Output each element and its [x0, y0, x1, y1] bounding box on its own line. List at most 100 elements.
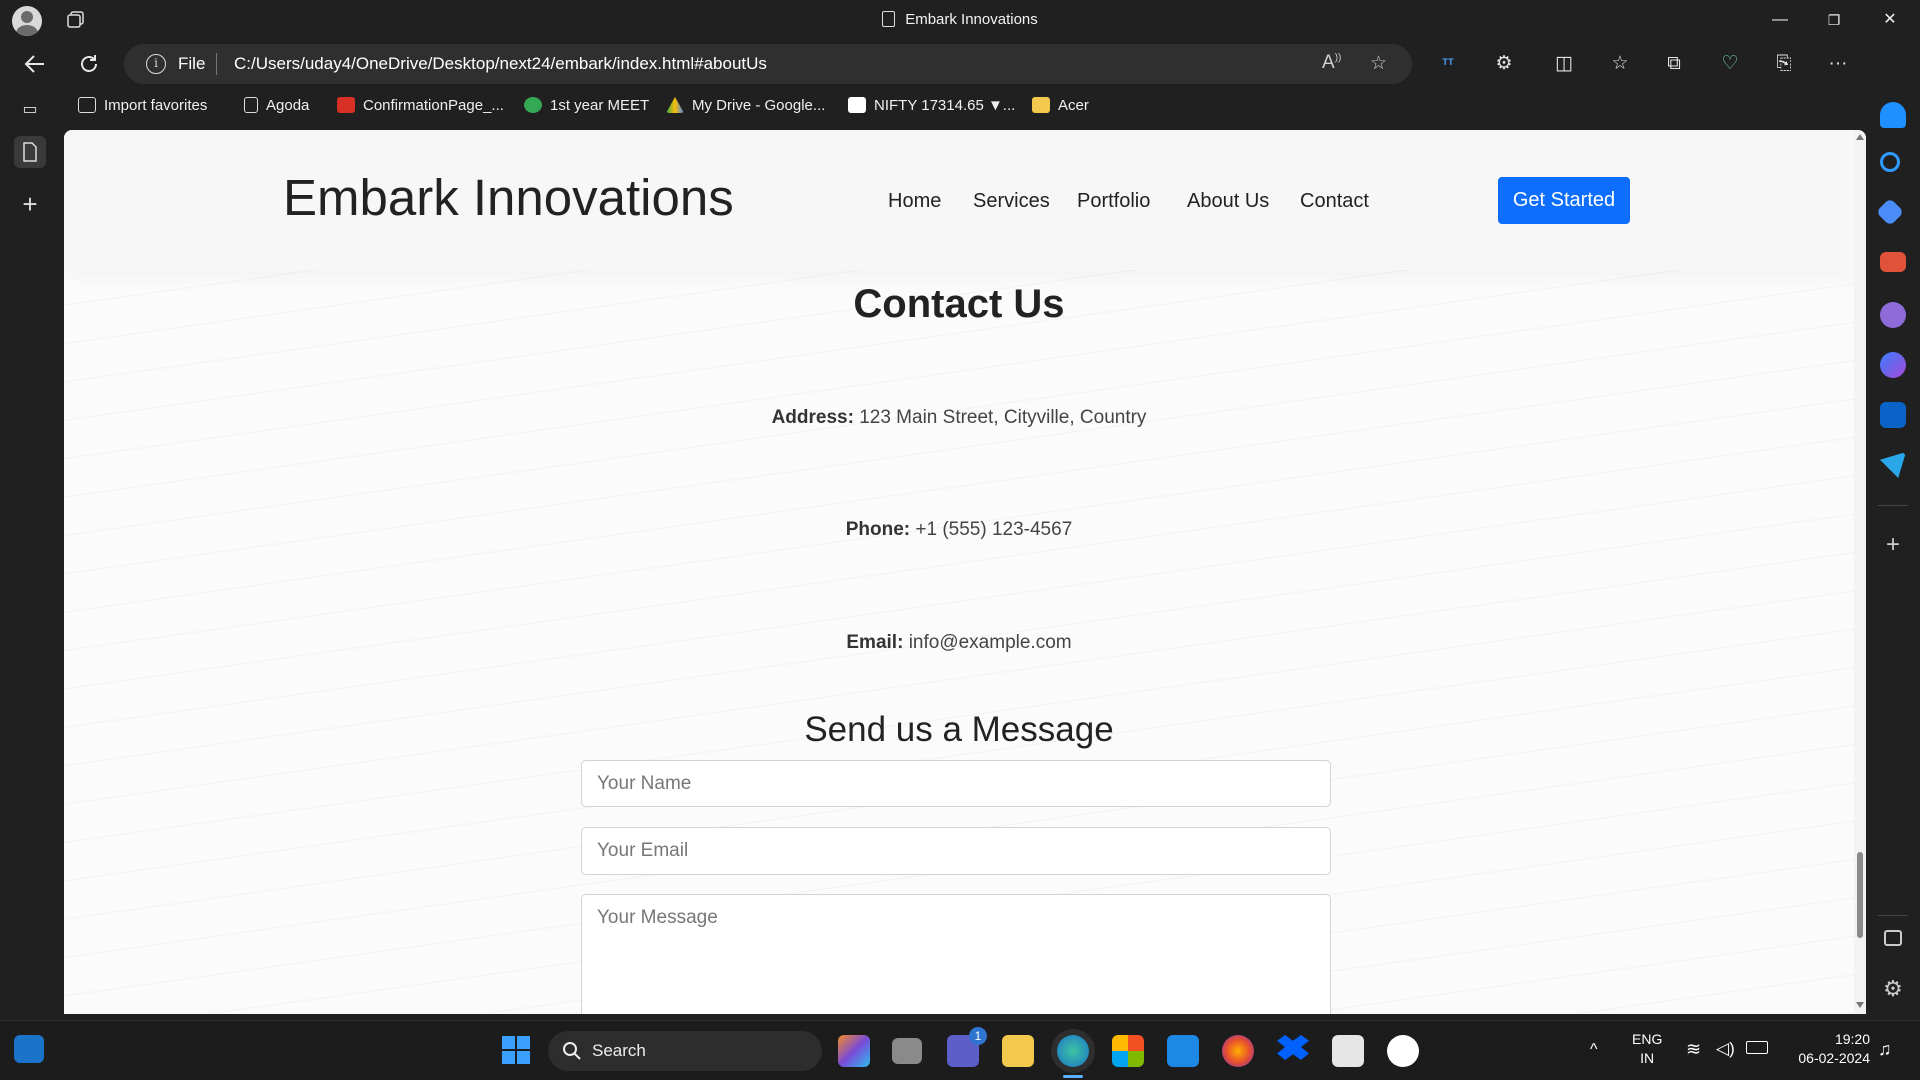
email-input[interactable]: Your Email [581, 827, 1331, 875]
edge-icon[interactable] [1057, 1035, 1089, 1067]
page-scrollbar[interactable] [1854, 130, 1866, 1014]
form-heading: Send us a Message [804, 710, 1114, 749]
page-icon [882, 11, 896, 27]
favorite-item[interactable]: NIFTY 17314.65 ▼... [848, 97, 1015, 119]
start-button[interactable] [501, 1035, 533, 1067]
hide-sidebar-icon[interactable] [1884, 930, 1902, 946]
collections-icon[interactable]: ⧉ [1662, 52, 1686, 76]
taskbar-search[interactable]: Search [548, 1031, 822, 1071]
favorite-item[interactable]: My Drive - Google... [666, 97, 825, 119]
favorite-item[interactable]: Agoda [244, 97, 309, 119]
wifi-icon[interactable]: ≋ [1686, 1039, 1701, 1060]
site-brand[interactable]: Embark Innovations [283, 168, 734, 227]
dropbox-icon[interactable] [1277, 1035, 1309, 1060]
divider [216, 53, 217, 75]
minimize-button[interactable]: — [1752, 0, 1808, 40]
task-view-icon[interactable] [892, 1038, 922, 1064]
back-button[interactable] [18, 48, 52, 80]
favorite-item[interactable]: ConfirmationPage_... [337, 97, 504, 119]
favorite-label: NIFTY 17314.65 ▼... [874, 97, 1016, 114]
nav-link-portfolio[interactable]: Portfolio [1077, 190, 1150, 213]
clock-date: 06-02-2024 [1798, 1050, 1870, 1066]
chevron-up-icon[interactable]: ^ [1590, 1041, 1598, 1059]
language-top: ENG [1632, 1031, 1663, 1047]
window-title: Embark Innovations [0, 11, 1920, 28]
volume-icon[interactable]: ◁) [1716, 1039, 1735, 1059]
extension-icon[interactable]: ᵀᵀ [1436, 52, 1460, 76]
new-tab-icon[interactable]: + [14, 188, 46, 220]
notification-bell-icon[interactable] [1880, 102, 1906, 128]
tab-actions-icon[interactable]: ▭ [14, 94, 46, 126]
teams-badge: 1 [969, 1027, 987, 1045]
scrollbar-thumb[interactable] [1857, 852, 1863, 938]
favorite-item[interactable]: Import favorites [78, 97, 207, 119]
address-bar[interactable]: i File C:/Users/uday4/OneDrive/Desktop/n… [124, 44, 1412, 84]
scheme-label: File [178, 54, 206, 73]
firefox-icon[interactable] [1222, 1035, 1254, 1067]
title-bar: Embark Innovations — ❐ ✕ [0, 0, 1920, 40]
shopping-tag-icon[interactable] [1875, 197, 1905, 227]
scroll-up-arrow-icon[interactable] [1856, 134, 1864, 140]
windows-logo-icon [502, 1036, 530, 1064]
get-started-button[interactable]: Get Started [1498, 177, 1630, 224]
nav-link-services[interactable]: Services [973, 190, 1050, 213]
divider [1878, 915, 1908, 916]
favorites-icon[interactable]: ☆ [1608, 52, 1632, 76]
favorite-label: 1st year MEET [550, 97, 650, 114]
battery-icon[interactable] [1746, 1041, 1768, 1054]
site-info-icon[interactable]: i [146, 54, 166, 74]
refresh-button[interactable] [72, 48, 106, 80]
favorite-label: Agoda [266, 97, 310, 114]
teams-icon[interactable]: 1 [947, 1027, 987, 1067]
nav-link-home[interactable]: Home [888, 190, 941, 213]
taskbar: Search 1 ^ ENG IN ≋ ◁) 19:20 06-02-2024 … [0, 1020, 1920, 1080]
phone-label: Phone: [845, 519, 911, 540]
search-label: Search [592, 1041, 646, 1060]
nav-link-about-us[interactable]: About Us [1187, 190, 1269, 213]
clock[interactable]: 19:20 06-02-2024 [1780, 1031, 1870, 1066]
more-menu-icon[interactable]: ··· [1826, 52, 1850, 76]
message-textarea[interactable]: Your Message [581, 894, 1331, 1014]
games-icon[interactable] [1880, 302, 1906, 328]
language-indicator[interactable]: ENG IN [1632, 1031, 1662, 1066]
favorite-item[interactable]: Acer [1032, 97, 1089, 119]
mail-icon[interactable] [1167, 1035, 1199, 1067]
split-screen-icon[interactable]: ◫ [1552, 52, 1576, 76]
favorite-star-icon[interactable]: ☆ [1370, 52, 1387, 75]
scroll-down-arrow-icon[interactable] [1856, 1002, 1864, 1008]
nav-link-contact[interactable]: Contact [1300, 190, 1369, 213]
browser-essentials-icon[interactable]: ♡ [1718, 52, 1742, 76]
widgets-icon[interactable] [14, 1035, 44, 1063]
add-sidebar-item-icon[interactable]: + [1880, 532, 1906, 558]
maximize-button[interactable]: ❐ [1806, 0, 1862, 40]
favorites-bar: Import favorites Agoda ConfirmationPage_… [62, 88, 1862, 128]
url-text[interactable]: C:/Users/uday4/OneDrive/Desktop/next24/e… [234, 54, 767, 74]
outlook-icon[interactable] [1880, 402, 1906, 428]
microsoft-store-icon[interactable] [1112, 1035, 1144, 1067]
messenger-icon[interactable] [1387, 1035, 1419, 1067]
phone-line: Phone: +1 (555) 123-4567 [64, 519, 1854, 541]
notification-bell-icon[interactable]: ♫ [1878, 1039, 1892, 1060]
active-tab[interactable] [14, 136, 46, 168]
amazon-icon[interactable] [1332, 1035, 1364, 1067]
share-icon[interactable]: ⎘ [1772, 52, 1796, 76]
extensions-puzzle-icon[interactable]: ⚙ [1492, 52, 1516, 76]
clock-time: 19:20 [1834, 1031, 1870, 1047]
navigation-bar: i File C:/Users/uday4/OneDrive/Desktop/n… [0, 40, 1920, 88]
tools-icon[interactable] [1880, 252, 1906, 272]
file-explorer-icon[interactable] [1002, 1035, 1034, 1067]
active-app-indicator [1063, 1075, 1083, 1078]
read-aloud-icon[interactable]: A)) [1322, 52, 1341, 74]
close-button[interactable]: ✕ [1862, 0, 1918, 40]
search-icon[interactable] [1880, 152, 1900, 172]
address-value: 123 Main Street, Cityville, Country [859, 407, 1147, 428]
telegram-icon[interactable] [1880, 452, 1906, 478]
copilot-sidebar-icon[interactable] [1880, 352, 1906, 378]
back-arrow-icon [24, 55, 44, 73]
language-bottom: IN [1640, 1050, 1655, 1066]
copilot-preview-icon[interactable] [838, 1035, 870, 1067]
name-input[interactable]: Your Name [581, 760, 1331, 807]
favorite-item[interactable]: 1st year MEET [524, 97, 649, 119]
page-viewport: Embark Innovations Home Services Portfol… [64, 130, 1866, 1014]
settings-gear-icon[interactable]: ⚙ [1880, 976, 1906, 1002]
